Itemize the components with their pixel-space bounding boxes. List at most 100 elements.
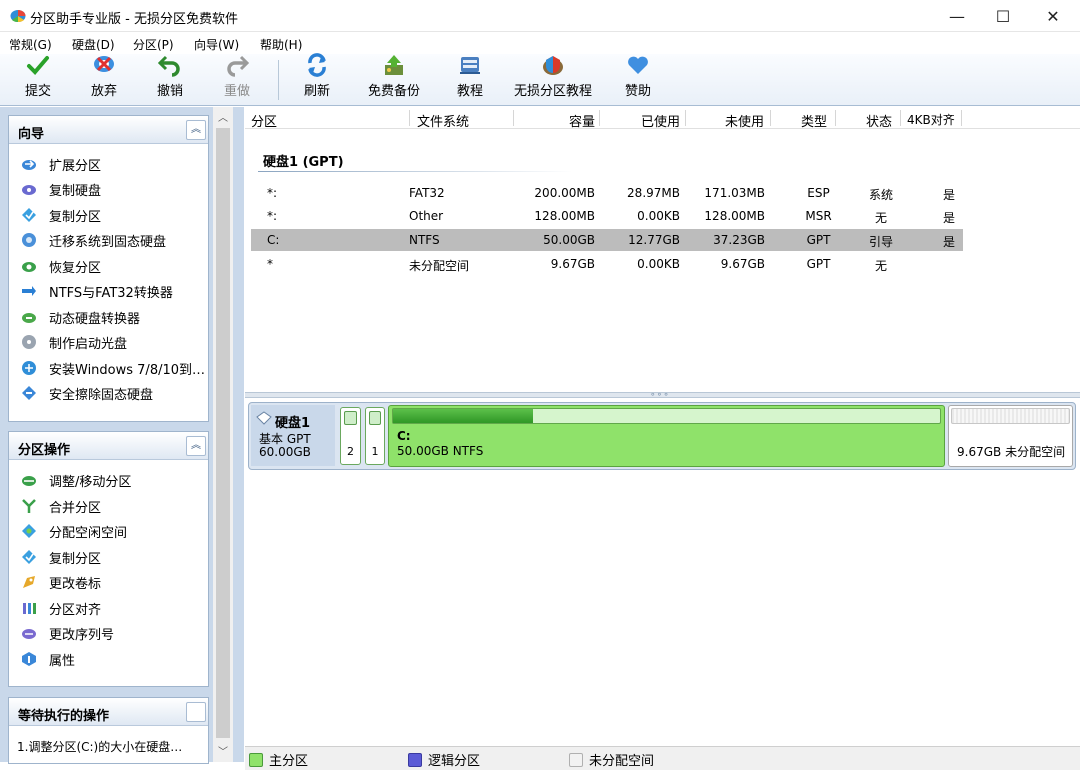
- table-row[interactable]: *: FAT32 200.00MB 28.97MB 171.03MB ESP 系…: [251, 182, 963, 204]
- col-unused[interactable]: 未使用: [685, 111, 764, 130]
- wizard-item-migrate-os[interactable]: 迁移系统到固态硬盘: [21, 228, 166, 252]
- window-title: 分区助手专业版 - 无损分区免费软件: [30, 12, 238, 27]
- wizard-item-install-windows[interactable]: 安装Windows 7/8/10到…: [21, 356, 205, 380]
- wizard-item-secure-erase[interactable]: 安全擦除固态硬盘: [21, 381, 153, 405]
- serial-icon: [22, 629, 36, 639]
- col-separator: [409, 110, 410, 126]
- op-allocate-free[interactable]: 分配空闲空间: [21, 519, 127, 543]
- wizard-collapse-button[interactable]: ︽: [186, 120, 206, 140]
- op-copy-partition[interactable]: 复制分区: [21, 545, 101, 569]
- resize-icon: [22, 476, 36, 486]
- small-partition-2[interactable]: 2: [340, 407, 361, 465]
- menu-general[interactable]: 常规(G): [9, 36, 52, 53]
- disk-name: 硬盘1: [275, 416, 311, 431]
- partition-c-label: C:: [397, 429, 411, 443]
- close-icon: ✕: [1046, 6, 1060, 26]
- copy-disk-icon: [22, 185, 36, 195]
- wizard-item-recover[interactable]: 恢复分区: [21, 254, 101, 278]
- table-row[interactable]: *: Other 128.00MB 0.00KB 128.00MB MSR 无 …: [251, 205, 963, 227]
- col-separator: [900, 110, 901, 126]
- convert-icon: [22, 286, 36, 296]
- col-separator: [513, 110, 514, 126]
- partition-ops-panel: 分区操作 ︽ 调整/移动分区 合并分区 分配空闲空间 复制分区 更改卷标 分区对…: [8, 431, 209, 687]
- col-filesystem[interactable]: 文件系统: [417, 111, 469, 130]
- tutorial-icon: [458, 53, 482, 77]
- op-align[interactable]: 分区对齐: [21, 596, 101, 620]
- dynamic-disk-icon: [22, 313, 36, 323]
- wizard-item-dynamic-disk[interactable]: 动态硬盘转换器: [21, 305, 140, 329]
- col-capacity[interactable]: 容量: [515, 111, 595, 130]
- wizard-item-copy-partition[interactable]: 复制分区: [21, 203, 101, 227]
- wizard-item-boot-disc[interactable]: 制作启动光盘: [21, 330, 127, 354]
- donate-button[interactable]: 赞助: [618, 54, 658, 104]
- disk-size: 60.00GB: [259, 445, 311, 459]
- scroll-down-arrow-icon[interactable]: ﹀: [213, 744, 233, 762]
- menu-disk[interactable]: 硬盘(D): [72, 36, 115, 53]
- align-icon: [23, 603, 36, 614]
- table-row-selected[interactable]: C: NTFS 50.00GB 12.77GB 37.23GB GPT 引导 是: [251, 229, 963, 251]
- disk-group-underline: [258, 171, 573, 172]
- recover-icon: [22, 262, 36, 272]
- legend-logical: 逻辑分区: [408, 750, 480, 769]
- checkmark-icon: [26, 53, 50, 77]
- col-4kb-aligned[interactable]: 4KB对齐: [907, 111, 955, 128]
- op-change-label[interactable]: 更改卷标: [21, 570, 101, 594]
- copy-partition-icon: [22, 208, 36, 222]
- partition-ops-title: 分区操作: [18, 443, 71, 458]
- lossless-tutorial-button[interactable]: 无损分区教程: [512, 54, 594, 104]
- disk-group-label: 硬盘1 (GPT): [263, 155, 344, 170]
- disk-info-block[interactable]: 硬盘1 基本 GPT 60.00GB: [251, 405, 335, 466]
- col-partition[interactable]: 分区: [251, 111, 277, 130]
- undo-icon: [158, 53, 182, 77]
- legend-primary: 主分区: [249, 750, 308, 769]
- wizard-item-copy-disk[interactable]: 复制硬盘: [21, 177, 101, 201]
- pending-ops-collapse-button[interactable]: [186, 702, 206, 722]
- op-change-serial[interactable]: 更改序列号: [21, 621, 114, 645]
- refresh-icon: [305, 53, 329, 77]
- maximize-button[interactable]: ☐: [980, 0, 1026, 32]
- discard-icon: [92, 53, 116, 77]
- close-button[interactable]: ✕: [1030, 0, 1076, 32]
- menu-partition[interactable]: 分区(P): [133, 36, 174, 53]
- wizard-panel: 向导 ︽ 扩展分区 复制硬盘 复制分区 迁移系统到固态硬盘 恢复分区 NTFS与…: [8, 115, 209, 422]
- tutorial-button[interactable]: 教程: [450, 54, 490, 104]
- menu-help[interactable]: 帮助(H): [260, 36, 302, 53]
- wizard-panel-title: 向导: [18, 127, 45, 142]
- col-used[interactable]: 已使用: [600, 111, 680, 130]
- redo-icon: [225, 53, 249, 77]
- label-icon: [23, 576, 35, 588]
- submit-button[interactable]: 提交: [18, 54, 58, 104]
- heart-icon: [626, 53, 650, 77]
- op-resize-move[interactable]: 调整/移动分区: [21, 468, 131, 492]
- table-header: 分区 文件系统 容量 已使用 未使用 类型 状态 4KB对齐: [245, 107, 1080, 130]
- disc-icon: [22, 335, 36, 349]
- left-pane-scrollbar-thumb[interactable]: [216, 128, 230, 738]
- unallocated-desc: 9.67GB 未分配空间: [957, 445, 1066, 459]
- unallocated-swatch: [569, 752, 583, 767]
- discard-button[interactable]: 放弃: [84, 54, 124, 104]
- chevron-up-icon: ︽: [191, 124, 201, 135]
- minimize-button[interactable]: —: [934, 0, 980, 32]
- redo-button[interactable]: 重做: [217, 54, 257, 104]
- col-type[interactable]: 类型: [770, 111, 827, 130]
- pending-ops-panel: 等待执行的操作 1.调整分区(C:)的大小在硬盘…: [8, 697, 209, 764]
- wizard-item-extend[interactable]: 扩展分区: [21, 152, 101, 176]
- menu-bar: 常规(G) 硬盘(D) 分区(P) 向导(W) 帮助(H): [0, 32, 1080, 54]
- table-row[interactable]: * 未分配空间 9.67GB 0.00KB 9.67GB GPT 无: [251, 253, 963, 275]
- partition-ops-header: 分区操作 ︽: [9, 432, 208, 460]
- logical-swatch: [408, 752, 422, 767]
- app-logo-icon: [10, 10, 26, 23]
- wizard-item-ntfs-fat32[interactable]: NTFS与FAT32转换器: [21, 279, 173, 303]
- op-merge[interactable]: 合并分区: [21, 494, 101, 518]
- pending-item[interactable]: 1.调整分区(C:)的大小在硬盘…: [17, 738, 182, 755]
- partition-ops-collapse-button[interactable]: ︽: [186, 436, 206, 456]
- menu-wizard[interactable]: 向导(W): [194, 36, 239, 53]
- col-status[interactable]: 状态: [835, 111, 892, 130]
- refresh-button[interactable]: 刷新: [297, 53, 337, 104]
- backup-button[interactable]: 免费备份: [362, 54, 426, 104]
- undo-button[interactable]: 撤销: [150, 54, 190, 104]
- scroll-up-arrow-icon[interactable]: ︿: [213, 110, 233, 128]
- small-partition-1[interactable]: 1: [365, 407, 385, 465]
- op-properties[interactable]: 属性: [21, 647, 75, 671]
- erase-icon: [22, 386, 36, 400]
